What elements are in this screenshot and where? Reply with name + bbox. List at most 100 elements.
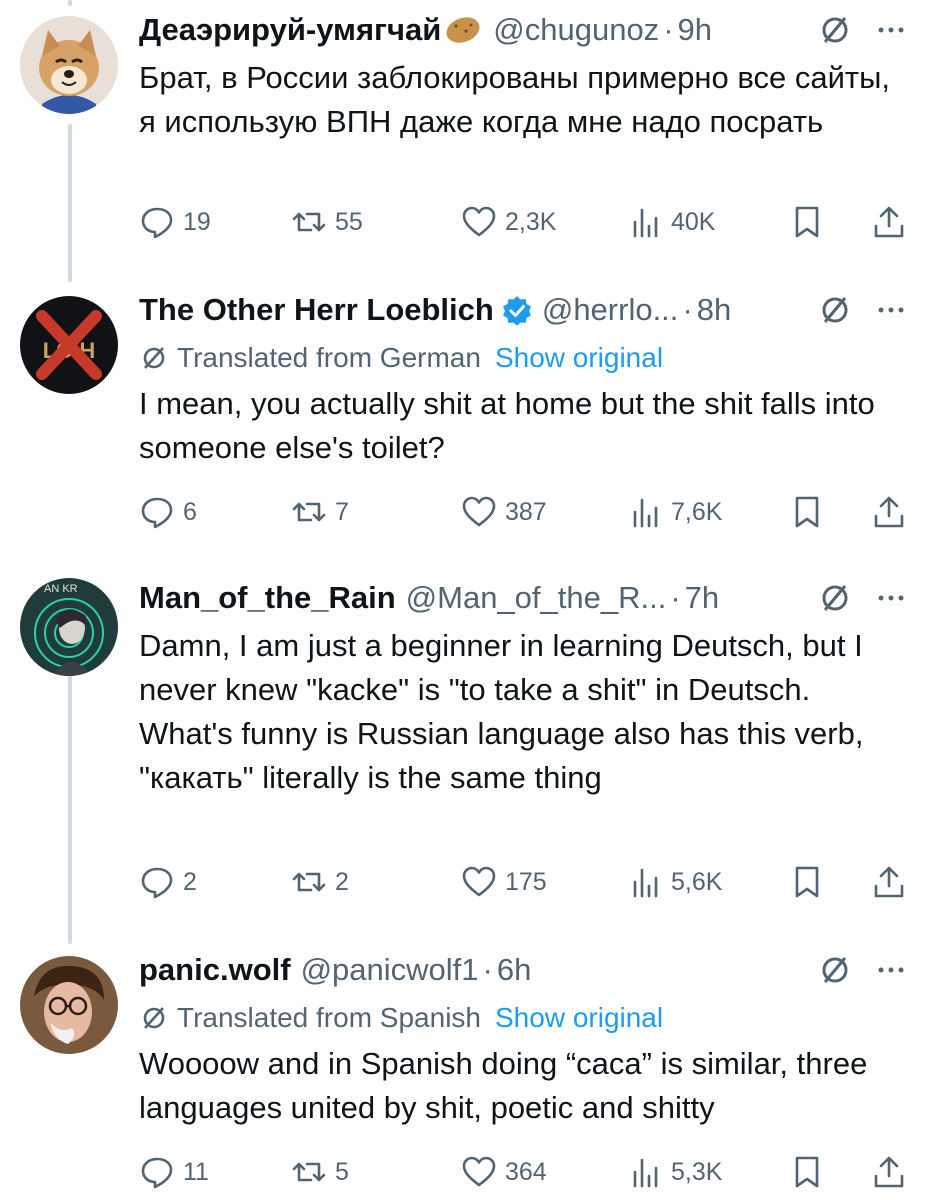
- tweet[interactable]: Деаэрируй-умягчай @chugunoz · 9h Брат, в…: [0, 0, 929, 270]
- grok-icon: [143, 347, 165, 369]
- heart-icon: [462, 1156, 496, 1187]
- display-name[interactable]: Man_of_the_Rain: [139, 580, 396, 616]
- timestamp[interactable]: 6h: [497, 952, 531, 988]
- share-icon: [874, 866, 904, 898]
- action-bar: 19 55 2,3K 40K: [139, 198, 911, 246]
- show-original-link[interactable]: Show original: [495, 342, 663, 374]
- timestamp[interactable]: 9h: [678, 12, 712, 48]
- more-icon[interactable]: [871, 10, 911, 50]
- bookmark-icon: [795, 206, 819, 238]
- retweet-button[interactable]: 55: [291, 198, 363, 246]
- more-icon[interactable]: [871, 290, 911, 330]
- view-count: 7,6K: [671, 497, 723, 526]
- like-button[interactable]: 364: [461, 1148, 547, 1196]
- like-button[interactable]: 175: [461, 858, 547, 906]
- anime-character-icon: AN KR: [20, 578, 118, 676]
- tweet[interactable]: LÖ H The Other Herr Loeblich @herrlo... …: [0, 284, 929, 574]
- display-name[interactable]: Деаэрируй-умягчай: [139, 12, 441, 48]
- retweet-count: 2: [335, 867, 349, 896]
- more-icon[interactable]: [871, 578, 911, 618]
- tweet-text: Woooow and in Spanish doing “caca” is si…: [139, 1046, 868, 1125]
- retweet-button[interactable]: 5: [291, 1148, 349, 1196]
- reply-count: 6: [183, 497, 197, 526]
- view-count: 5,3K: [671, 1157, 723, 1186]
- bookmark-button[interactable]: [789, 488, 825, 536]
- timestamp[interactable]: 8h: [697, 292, 731, 328]
- bookmark-button[interactable]: [789, 1148, 825, 1196]
- timestamp[interactable]: 7h: [685, 580, 719, 616]
- reply-count: 11: [183, 1157, 209, 1186]
- share-button[interactable]: [871, 858, 907, 906]
- tweet-header: The Other Herr Loeblich @herrlo... · 8h: [139, 288, 911, 332]
- action-bar: 11 5 364 5,3K: [139, 1148, 911, 1196]
- retweet-icon: [292, 872, 326, 892]
- like-count: 2,3K: [505, 207, 557, 236]
- handle[interactable]: @herrlo...: [542, 292, 679, 328]
- grok-icon[interactable]: [817, 952, 853, 988]
- grok-icon[interactable]: [817, 12, 853, 48]
- translated-label: Translated from Spanish: [177, 1002, 481, 1033]
- crossed-logo-icon: LÖ H: [20, 296, 118, 394]
- views-button[interactable]: 5,3K: [627, 1148, 722, 1196]
- tweet-header: Man_of_the_Rain @Man_of_the_R... · 7h: [139, 576, 911, 620]
- reply-icon: [141, 497, 173, 529]
- views-button[interactable]: 5,6K: [627, 858, 722, 906]
- display-name[interactable]: panic.wolf: [139, 952, 291, 988]
- separator-dot: ·: [670, 580, 681, 615]
- share-button[interactable]: [871, 198, 907, 246]
- svg-text:AN KR: AN KR: [44, 583, 78, 595]
- handle[interactable]: @chugunoz: [493, 12, 659, 48]
- retweet-icon: [292, 1162, 326, 1182]
- retweet-button[interactable]: 2: [291, 858, 349, 906]
- avatar[interactable]: LÖ H: [20, 296, 118, 394]
- view-count: 40K: [671, 207, 716, 236]
- bookmark-icon: [795, 866, 819, 898]
- avatar[interactable]: [20, 16, 118, 114]
- views-icon: [633, 498, 658, 528]
- shiba-dog-icon: [20, 16, 118, 114]
- like-count: 364: [505, 1157, 547, 1186]
- separator-dot: ·: [682, 292, 693, 327]
- grok-icon: [143, 1007, 165, 1029]
- show-original-link[interactable]: Show original: [495, 1002, 663, 1034]
- share-button[interactable]: [871, 488, 907, 536]
- handle[interactable]: @panicwolf1: [301, 952, 479, 988]
- views-icon: [633, 208, 658, 238]
- reply-button[interactable]: 19: [139, 198, 211, 246]
- reply-button[interactable]: 2: [139, 858, 197, 906]
- tweet-text: Damn, I am just a beginner in learning D…: [139, 628, 864, 795]
- like-button[interactable]: 2,3K: [461, 198, 556, 246]
- handle[interactable]: @Man_of_the_R...: [406, 580, 667, 616]
- reply-count: 19: [183, 207, 211, 236]
- display-name[interactable]: The Other Herr Loeblich: [139, 292, 494, 328]
- tweet-text: I mean, you actually shit at home but th…: [139, 386, 875, 465]
- share-icon: [874, 496, 904, 528]
- bookmark-icon: [795, 1156, 819, 1188]
- like-button[interactable]: 387: [461, 488, 547, 536]
- action-bar: 6 7 387 7,6K: [139, 488, 911, 536]
- potato-icon: [446, 17, 480, 43]
- bookmark-button[interactable]: [789, 858, 825, 906]
- share-button[interactable]: [871, 1148, 907, 1196]
- views-button[interactable]: 40K: [627, 198, 715, 246]
- retweet-button[interactable]: 7: [291, 488, 349, 536]
- grok-icon[interactable]: [817, 292, 853, 328]
- grok-icon[interactable]: [817, 580, 853, 616]
- reply-icon: [141, 1157, 173, 1189]
- retweet-count: 5: [335, 1157, 349, 1186]
- translation-notice: Translated from German Show original: [139, 338, 911, 378]
- reply-button[interactable]: 6: [139, 488, 197, 536]
- tweet[interactable]: AN KR Man_of_the_Rain @Man_of_the_R... ·…: [0, 574, 929, 944]
- more-icon[interactable]: [871, 950, 911, 990]
- reply-button[interactable]: 11: [139, 1148, 209, 1196]
- separator-dot: ·: [482, 952, 493, 987]
- tweet[interactable]: panic.wolf @panicwolf1 · 6h Translated f…: [0, 946, 929, 1200]
- views-icon: [633, 868, 658, 898]
- avatar[interactable]: [20, 956, 118, 1054]
- avatar[interactable]: AN KR: [20, 578, 118, 676]
- tweet-text: Брат, в России заблокированы примерно вс…: [139, 60, 890, 139]
- views-button[interactable]: 7,6K: [627, 488, 722, 536]
- reply-count: 2: [183, 867, 197, 896]
- view-count: 5,6K: [671, 867, 723, 896]
- bookmark-button[interactable]: [789, 198, 825, 246]
